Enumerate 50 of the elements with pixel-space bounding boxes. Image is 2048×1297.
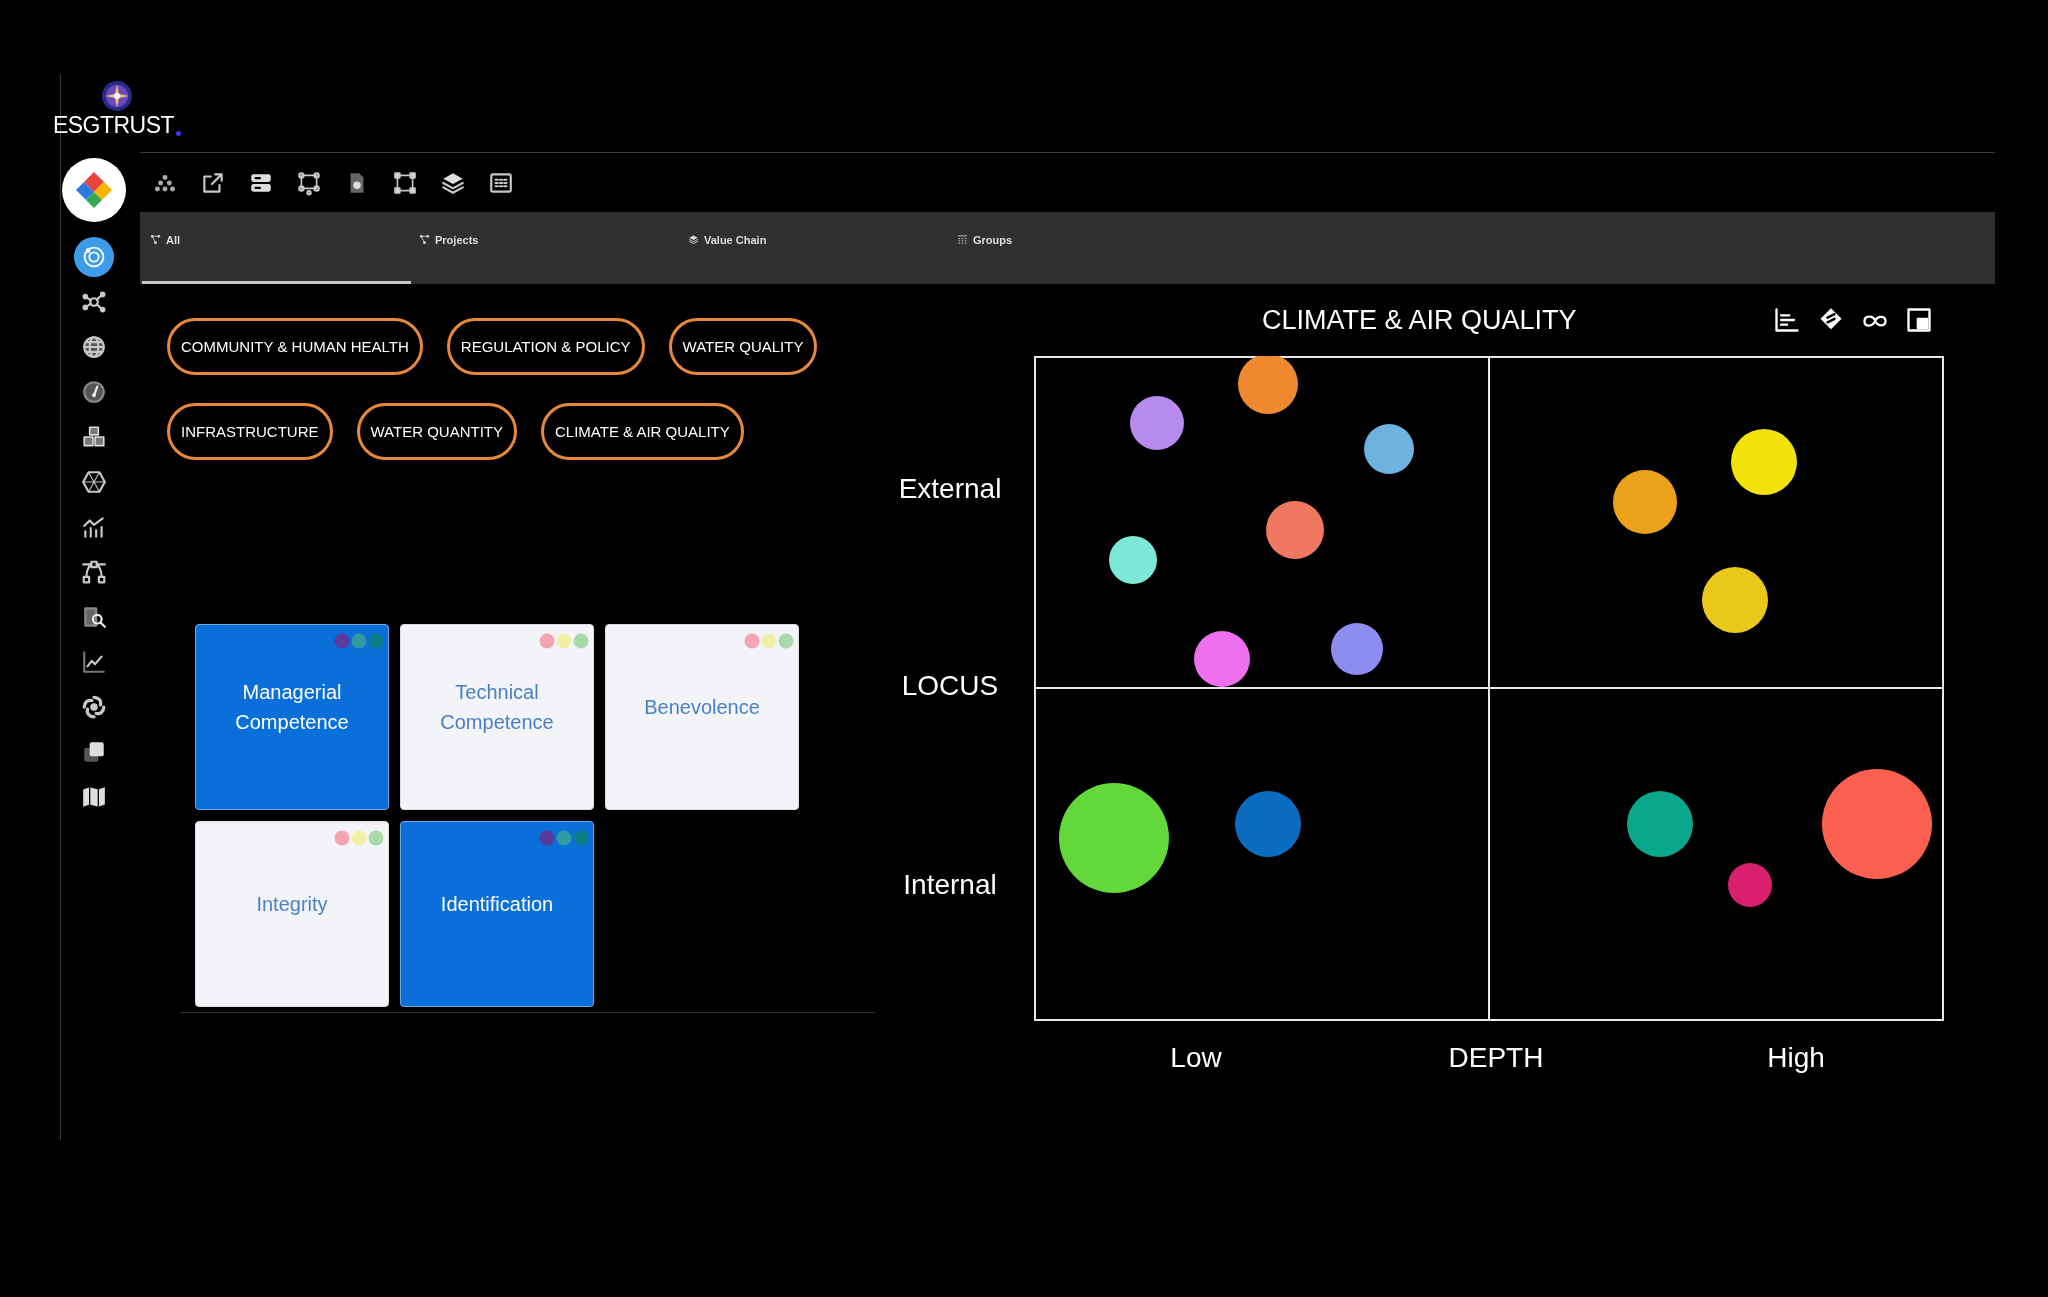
grid-icon: [957, 234, 968, 245]
axis-label: DEPTH: [1447, 1041, 1545, 1075]
network-icon: [150, 234, 161, 245]
tab[interactable]: All: [142, 212, 411, 284]
nodes-icon[interactable]: [296, 169, 322, 196]
hexagon-icon: [81, 468, 107, 495]
topic-chip[interactable]: REGULATION & POLICY: [446, 318, 645, 375]
topic-chip[interactable]: WATER QUANTITY: [356, 403, 517, 460]
topic-chip[interactable]: COMMUNITY & HUMAN HEALTH: [167, 318, 423, 375]
square-icon[interactable]: [1905, 306, 1933, 334]
status-dots-icon: [334, 830, 386, 846]
brand-dot-icon: [176, 131, 182, 136]
card-label: Benevolence: [644, 695, 760, 720]
bar-list-icon[interactable]: [1773, 306, 1801, 334]
tab[interactable]: Value Chain: [680, 212, 949, 284]
network-icon: [419, 234, 430, 245]
trust-card[interactable]: Integrity: [195, 821, 389, 1007]
axis-label: External: [897, 472, 1003, 506]
topic-chip[interactable]: WATER QUALITY: [668, 318, 818, 375]
topic-chip[interactable]: INFRASTRUCTURE: [167, 403, 333, 460]
axis-label: LOCUS: [900, 669, 1000, 703]
diamond-logo-icon[interactable]: [74, 170, 114, 210]
trust-card[interactable]: Identification: [400, 821, 594, 1007]
globe-icon: [81, 333, 107, 360]
swirl-icon: [81, 693, 107, 720]
tab[interactable]: Groups: [949, 212, 1218, 284]
trust-card[interactable]: Benevolence: [605, 624, 799, 810]
card-label: Technical Competence: [439, 680, 555, 735]
card-label: Identification: [440, 892, 554, 917]
frame-icon[interactable]: [392, 169, 418, 196]
gauge-icon: [81, 378, 107, 405]
card-label: Integrity: [256, 892, 328, 917]
trust-card[interactable]: Technical Competence: [400, 624, 594, 810]
axis-label: High: [1766, 1041, 1826, 1075]
topic-chip[interactable]: CLIMATE & AIR QUALITY: [541, 403, 744, 460]
globe-logo-icon: [101, 80, 133, 112]
tab[interactable]: Projects: [411, 212, 680, 284]
trust-card[interactable]: Managerial Competence: [195, 624, 389, 810]
card-label: Managerial Competence: [234, 680, 350, 735]
line-chart-icon: [81, 648, 107, 675]
bezier-icon: [81, 558, 107, 585]
axis-label: Internal: [902, 867, 998, 902]
status-dots-icon: [744, 633, 796, 649]
chart-title: CLIMATE & AIR QUALITY: [1262, 304, 1577, 336]
status-dots-icon: [334, 633, 386, 649]
brand-name: ESGTRUST: [52, 112, 175, 139]
status-dots-icon: [539, 830, 591, 846]
status-dots-icon: [539, 633, 591, 649]
layers-icon: [688, 234, 699, 245]
axis-label: Low: [1169, 1041, 1223, 1075]
